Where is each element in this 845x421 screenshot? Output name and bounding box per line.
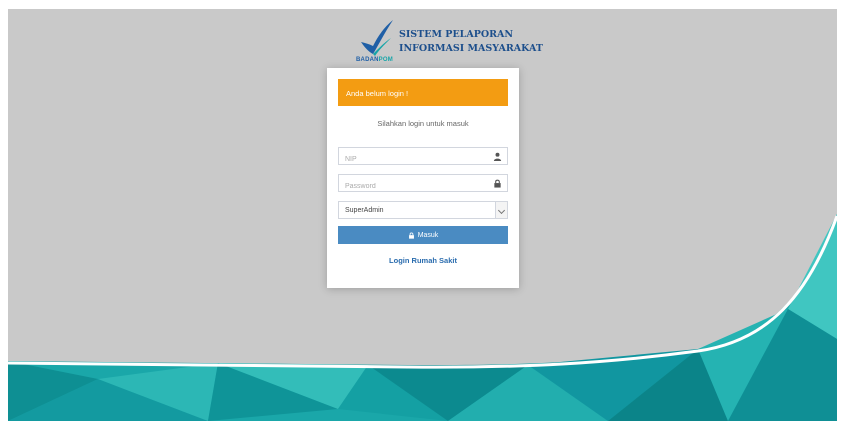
role-select[interactable]: SuperAdmin	[338, 201, 508, 219]
user-icon	[493, 152, 502, 161]
app-title-line-1: SISTEM PELAPORAN	[399, 29, 514, 40]
brand-header: BADANPOM SISTEM PELAPORAN INFORMASI MASY…	[353, 14, 553, 70]
login-instruction: Silahkan login untuk masuk	[377, 119, 469, 128]
chevron-down-icon[interactable]	[495, 202, 507, 218]
logo-word-pom: POM	[378, 57, 393, 63]
login-button[interactable]: Masuk	[338, 226, 508, 244]
lock-icon	[494, 179, 501, 188]
alert-not-logged-in: Anda belum login !	[338, 79, 508, 106]
role-selected-value: SuperAdmin	[345, 207, 384, 214]
lock-icon	[408, 232, 414, 239]
nip-field	[338, 147, 508, 168]
app-title: SISTEM PELAPORAN INFORMASI MASYARAKAT	[399, 28, 543, 56]
login-button-label: Masuk	[417, 231, 439, 239]
login-card: Anda belum login ! Silahkan login untuk …	[327, 68, 519, 288]
app-title-line-2: INFORMASI MASYARAKAT	[399, 43, 543, 54]
nip-input[interactable]	[339, 151, 479, 168]
password-input[interactable]	[339, 178, 479, 195]
logo-wordmark: BADANPOM	[356, 57, 393, 63]
login-rumah-sakit-link[interactable]: Login Rumah Sakit	[327, 256, 519, 265]
password-field	[338, 174, 508, 195]
logo-word-badan: BADAN	[356, 57, 379, 63]
